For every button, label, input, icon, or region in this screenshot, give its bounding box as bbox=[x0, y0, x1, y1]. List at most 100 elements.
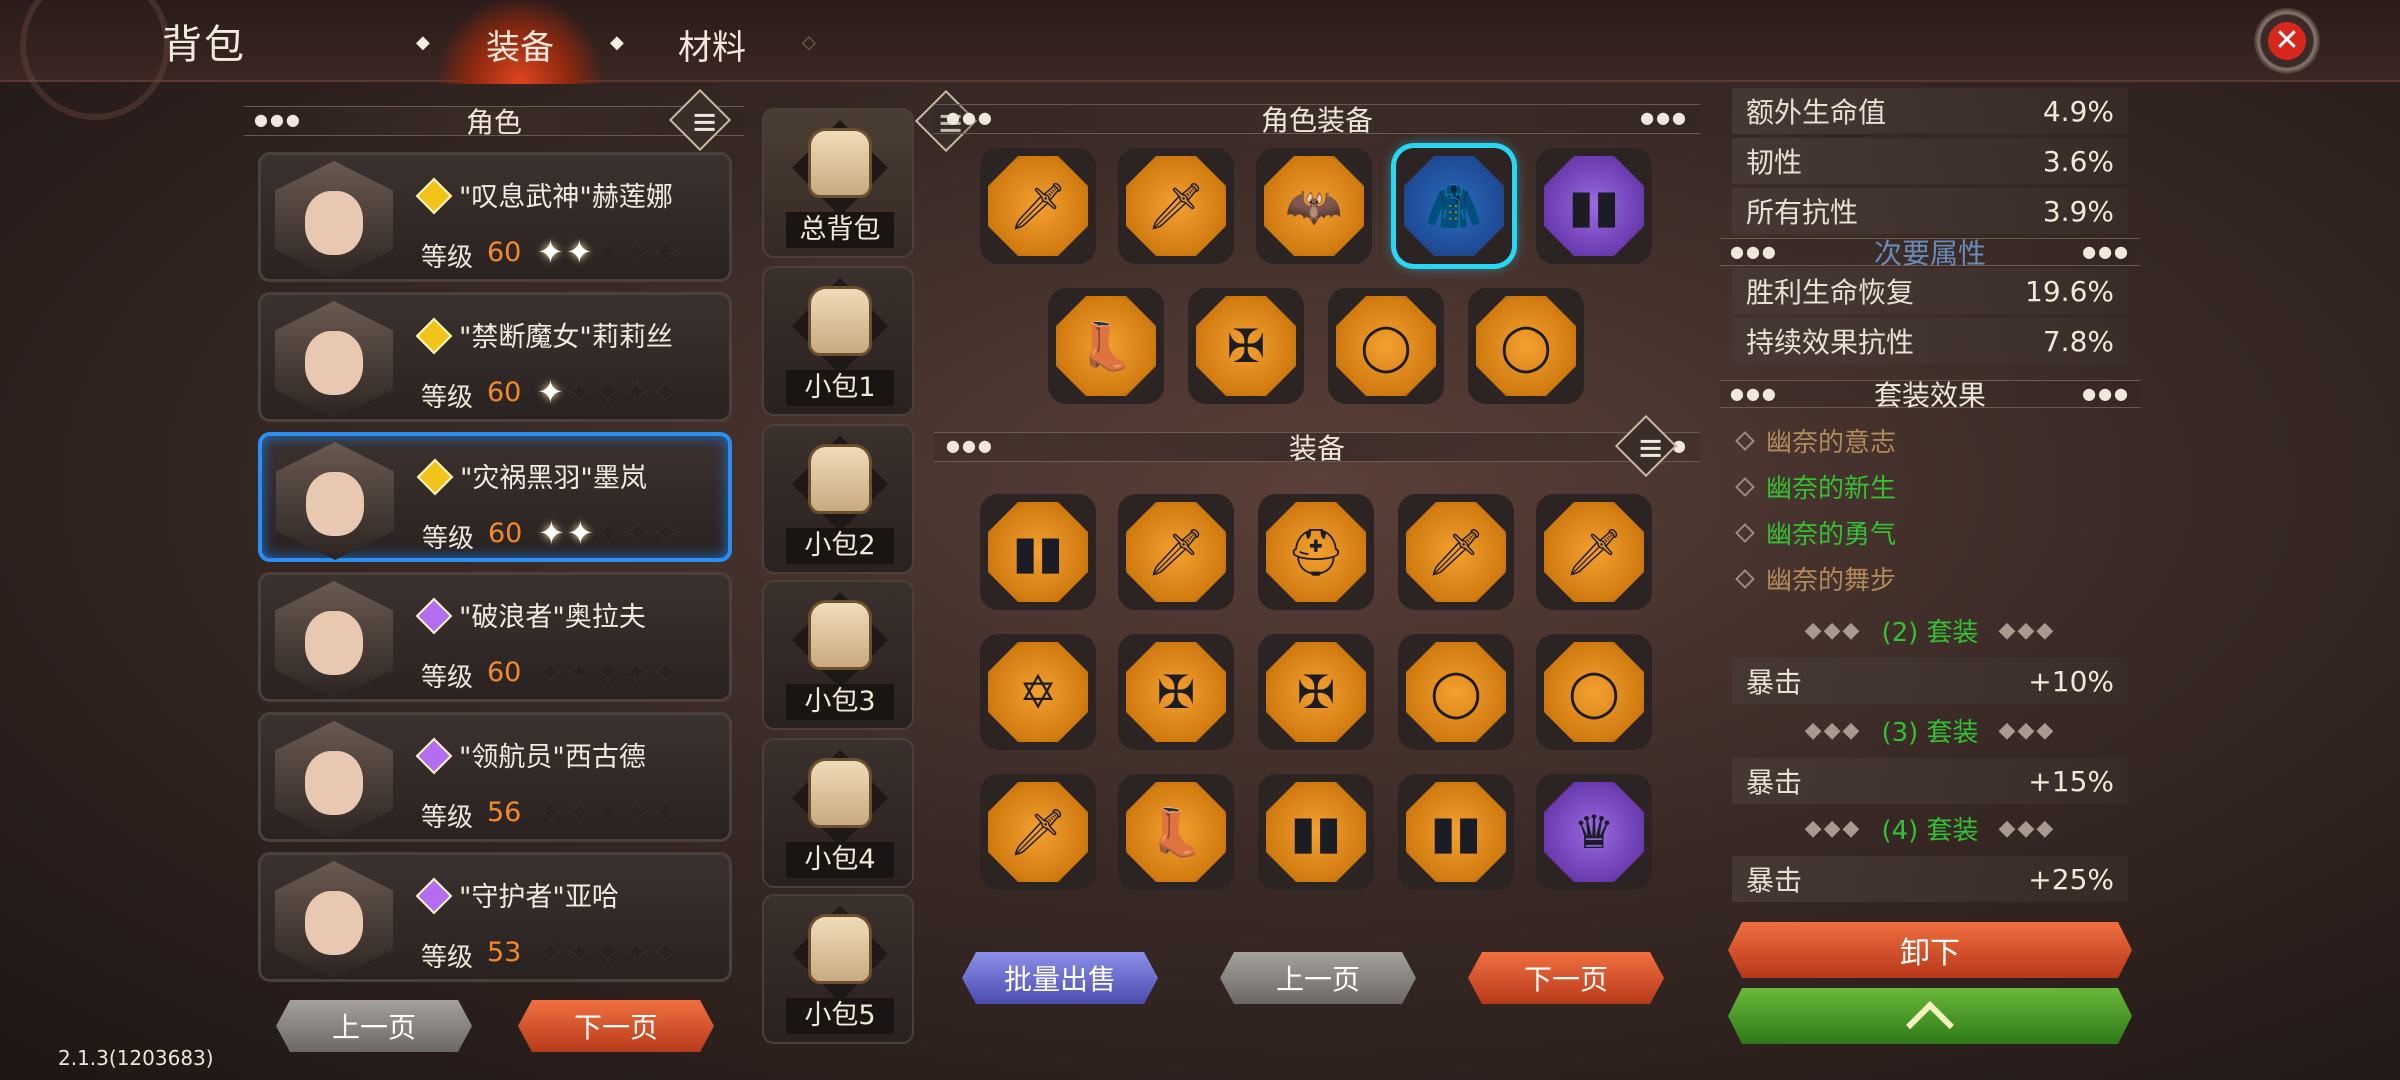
equipment-slot[interactable]: ▮▮ bbox=[1536, 148, 1652, 264]
bag-label: 小包4 bbox=[786, 842, 894, 878]
page-title: 背包 bbox=[162, 22, 246, 68]
dagger-icon: 🗡 bbox=[1426, 524, 1486, 579]
cloak-icon: 🧥 bbox=[1425, 178, 1483, 233]
star-empty-icon: ✦ bbox=[652, 793, 682, 831]
equipment-slot[interactable]: 🗡 bbox=[1118, 148, 1234, 264]
hero-card[interactable]: "领航员"西古德 等级 56 ✦✦✦✦✦ bbox=[258, 712, 732, 842]
hero-level-label: 等级 bbox=[422, 524, 475, 554]
equipment-slot[interactable]: 🗡 bbox=[980, 774, 1096, 890]
hero-filter-button[interactable] bbox=[668, 88, 732, 152]
hood-icon: ⛑ bbox=[1286, 524, 1346, 579]
backpack-icon bbox=[808, 914, 872, 984]
stat-row: 暴击 +10% bbox=[1732, 658, 2128, 704]
stat-label: 韧性 bbox=[1746, 146, 1803, 179]
equipment-slot[interactable]: ▮▮ bbox=[980, 494, 1096, 610]
equipment-slot[interactable]: ✠ bbox=[1188, 288, 1304, 404]
equipment-slot[interactable]: 🗡 bbox=[1536, 494, 1652, 610]
hero-portrait bbox=[276, 442, 394, 560]
hero-name: "破浪者"奥拉夫 bbox=[459, 602, 646, 633]
hero-next-page-button[interactable]: 下一页 bbox=[518, 1000, 714, 1052]
star-empty-icon: ✦ bbox=[565, 653, 595, 691]
stat-row: 韧性 3.6% bbox=[1732, 138, 2128, 184]
item-frame: ◯ bbox=[1476, 296, 1576, 396]
tab-materials[interactable]: 材料 bbox=[678, 20, 746, 69]
star-filled-icon: ✦ bbox=[538, 514, 567, 552]
star-filled-icon: ✦ bbox=[537, 373, 566, 411]
bag-tab[interactable]: 小包4 bbox=[762, 738, 914, 888]
equipment-slot[interactable]: 👢 bbox=[1118, 774, 1234, 890]
equipment-slot[interactable]: 🗡 bbox=[1398, 494, 1514, 610]
star-empty-icon: ✦ bbox=[537, 793, 566, 831]
equipment-slot[interactable]: ▮▮ bbox=[1258, 774, 1374, 890]
stat-label: 持续效果抗性 bbox=[1746, 326, 1915, 359]
set-piece-line: 幽奈的新生 bbox=[1735, 468, 1896, 505]
item-frame: 🗡 bbox=[1406, 502, 1506, 602]
equipment-slot[interactable]: ◯ bbox=[1398, 634, 1514, 750]
item-frame: ◯ bbox=[1406, 642, 1506, 742]
bulk-sell-button[interactable]: 批量出售 bbox=[962, 952, 1158, 1004]
equipment-slot[interactable]: ▮▮ bbox=[1398, 774, 1514, 890]
inventory-filter-button[interactable] bbox=[1614, 414, 1678, 478]
rarity-gem-icon bbox=[416, 458, 454, 496]
helmet-icon: ♛ bbox=[1573, 805, 1615, 859]
item-frame: 🗡 bbox=[988, 156, 1088, 256]
equipment-slot[interactable]: ✠ bbox=[1258, 634, 1374, 750]
star-empty-icon: ✦ bbox=[537, 653, 566, 691]
header-dots-icon: ●●● bbox=[1730, 242, 1778, 261]
item-frame: ✠ bbox=[1126, 642, 1226, 742]
equipment-slot[interactable]: ◯ bbox=[1328, 288, 1444, 404]
equipment-slot[interactable]: 🗡 bbox=[980, 148, 1096, 264]
hero-level-label: 等级 bbox=[421, 383, 474, 413]
chevron-up-icon bbox=[1906, 1001, 1954, 1049]
equipment-slot[interactable]: ◯ bbox=[1536, 634, 1652, 750]
close-button[interactable]: ✕ bbox=[2254, 8, 2320, 74]
inventory-next-page-button[interactable]: 下一页 bbox=[1468, 952, 1664, 1004]
equipment-slot[interactable]: ♛ bbox=[1536, 774, 1652, 890]
item-frame: 👢 bbox=[1056, 296, 1156, 396]
bag-tab[interactable]: 小包2 bbox=[762, 424, 914, 574]
bag-tab[interactable]: 小包1 bbox=[762, 266, 914, 416]
backpack-icon bbox=[808, 286, 872, 356]
dagger-icon: 🗡 bbox=[1146, 524, 1206, 579]
hero-card[interactable]: "禁断魔女"莉莉丝 等级 60 ✦✦✦✦✦ bbox=[258, 292, 732, 422]
bracers-icon: ▮▮ bbox=[1430, 805, 1482, 859]
equipment-slot[interactable]: ✠ bbox=[1118, 634, 1234, 750]
equipment-slot[interactable]: ⛑ bbox=[1258, 494, 1374, 610]
stat-value: +15% bbox=[2028, 764, 2114, 798]
hero-name: "禁断魔女"莉莉丝 bbox=[459, 322, 673, 353]
hero-level-label: 等级 bbox=[421, 803, 474, 833]
hero-card[interactable]: "破浪者"奥拉夫 等级 60 ✦✦✦✦✦ bbox=[258, 572, 732, 702]
hero-card[interactable]: "灾祸黑羽"墨岚 等级 60 ✦✦✦✦✦ bbox=[258, 432, 732, 562]
unequip-button[interactable]: 卸下 bbox=[1728, 922, 2132, 978]
equipment-slot[interactable]: 👢 bbox=[1048, 288, 1164, 404]
equipment-slot[interactable]: 🦇 bbox=[1256, 148, 1372, 264]
hero-prev-page-button[interactable]: 上一页 bbox=[276, 1000, 472, 1052]
hero-card[interactable]: "叹息武神"赫莲娜 等级 60 ✦✦✦✦✦ bbox=[258, 152, 732, 282]
ring-icon: ◯ bbox=[1430, 665, 1482, 719]
set-piece-line: 幽奈的意志 bbox=[1735, 422, 1896, 459]
bracers-icon: ▮▮ bbox=[1568, 179, 1620, 233]
header-dots-icon: ●●● bbox=[946, 108, 994, 127]
item-frame: 🗡 bbox=[1544, 502, 1644, 602]
equip-upgrade-button[interactable] bbox=[1728, 988, 2132, 1044]
stat-label: 暴击 bbox=[1746, 864, 1803, 897]
tab-equipment[interactable]: 装备 bbox=[486, 20, 554, 69]
equipment-slot[interactable]: ◯ bbox=[1468, 288, 1584, 404]
header-dots-icon: ●●● bbox=[2082, 242, 2130, 261]
bag-tab[interactable]: 小包3 bbox=[762, 580, 914, 730]
stat-value: +25% bbox=[2028, 862, 2114, 896]
equipment-slot[interactable]: ✡ bbox=[980, 634, 1096, 750]
inventory-prev-page-button[interactable]: 上一页 bbox=[1220, 952, 1416, 1004]
star-empty-icon: ✦ bbox=[652, 653, 682, 691]
set-piece-line: 幽奈的勇气 bbox=[1735, 514, 1896, 551]
bag-tab[interactable]: 总背包 bbox=[762, 108, 914, 258]
diamond-icon bbox=[1735, 430, 1755, 451]
stat-value: 4.9% bbox=[2042, 94, 2114, 128]
hero-level: 60 bbox=[487, 377, 522, 408]
hero-portrait bbox=[275, 861, 393, 979]
star-empty-icon: ✦ bbox=[652, 233, 682, 271]
equipment-slot[interactable]: 🗡 bbox=[1118, 494, 1234, 610]
bag-tab[interactable]: 小包5 bbox=[762, 894, 914, 1044]
hero-card[interactable]: "守护者"亚哈 等级 53 ✦✦✦✦✦ bbox=[258, 852, 732, 982]
equipment-slot[interactable]: 🧥 bbox=[1396, 148, 1512, 264]
